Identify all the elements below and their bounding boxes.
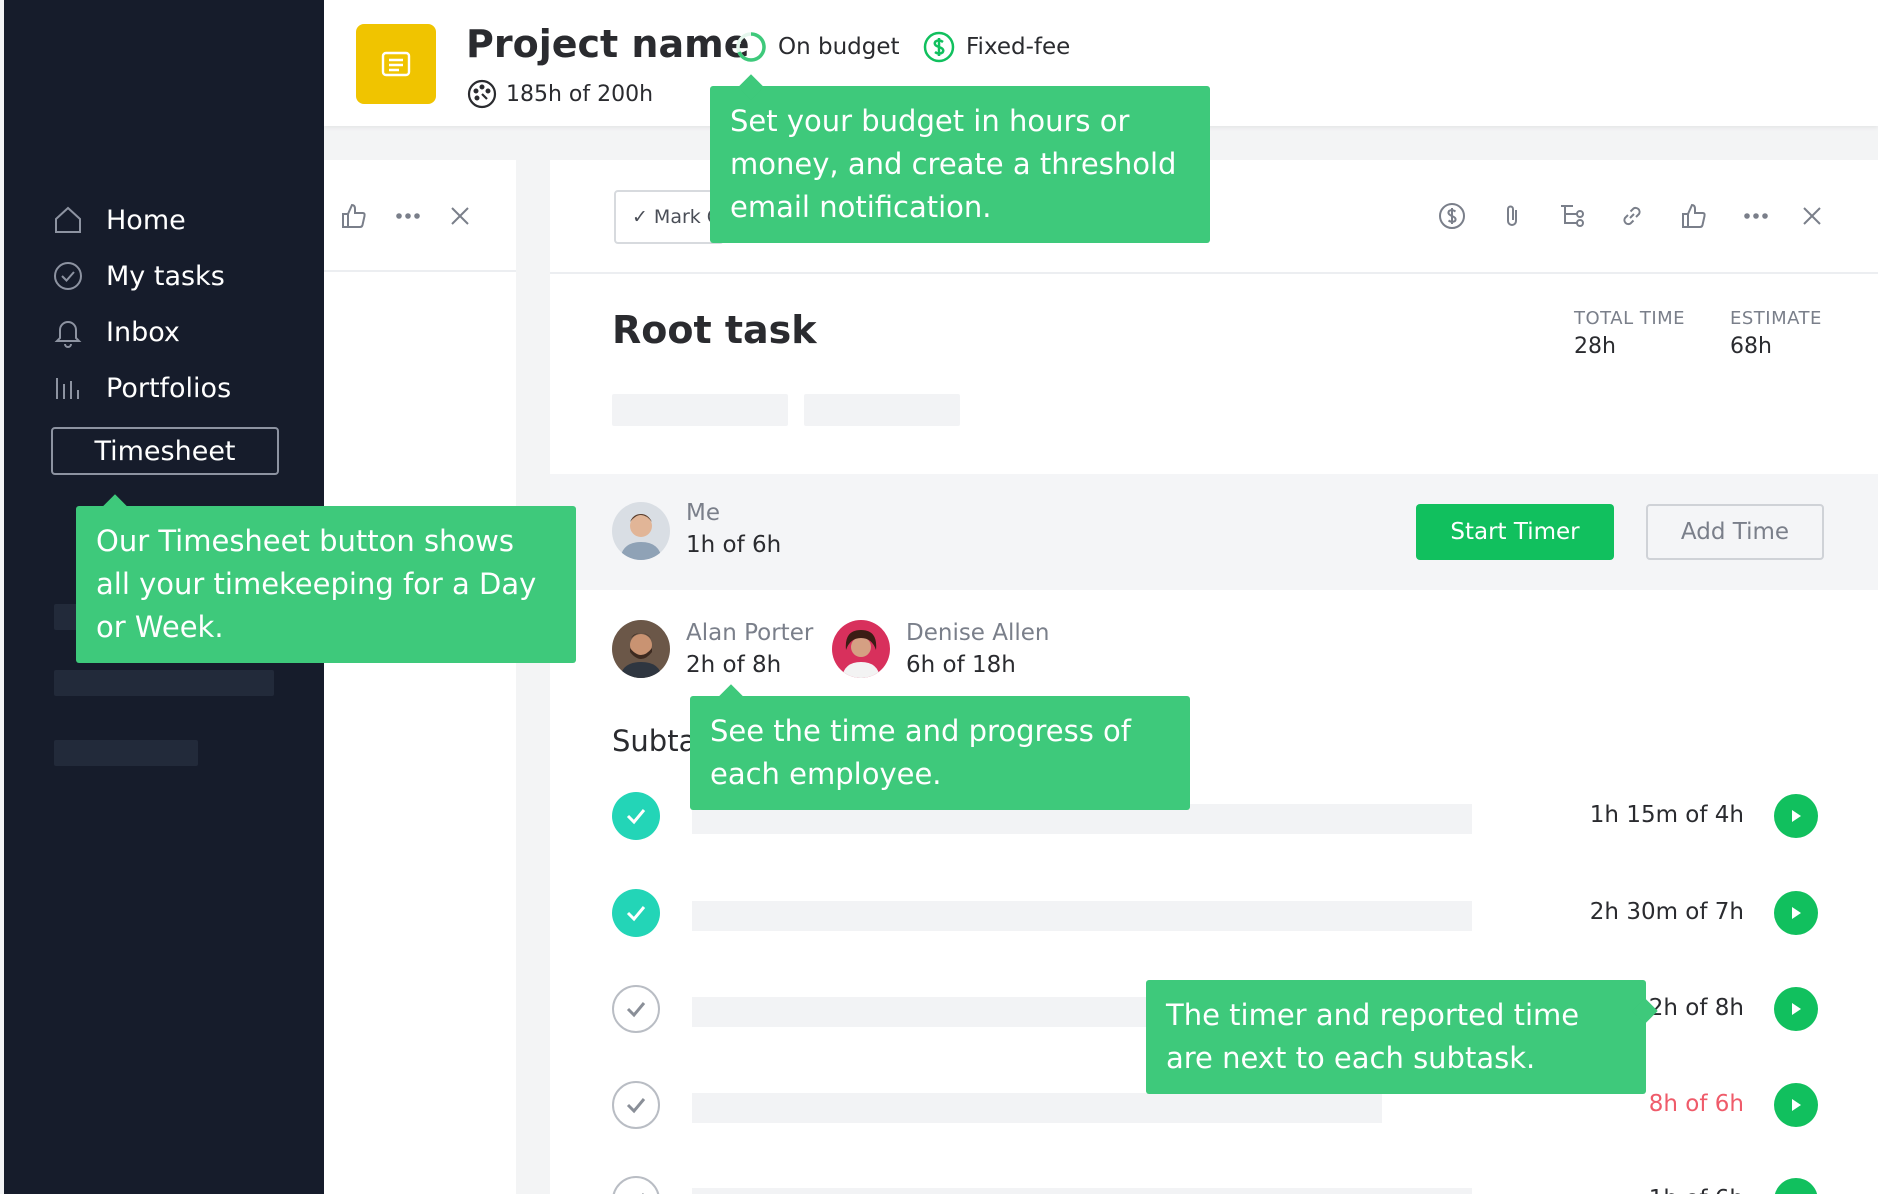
subtask-name-placeholder [692,901,1472,931]
status-on-budget[interactable]: On budget [734,30,900,64]
subtask-name-placeholder [692,1093,1382,1123]
timesheet-button[interactable]: Timesheet [51,427,279,475]
budget-tooltip-text: Set your budget in hours or money, and c… [730,104,1177,224]
timesheet-tooltip-text: Our Timesheet button shows all your time… [96,524,537,644]
check-circle-icon [50,258,86,294]
check-icon [626,809,646,825]
play-timer-button[interactable] [1774,987,1818,1031]
mark-complete-button[interactable]: ✓ Mark Complete [614,190,724,244]
subtask-checkbox[interactable] [612,889,660,937]
person-name: Me [686,500,720,526]
subtask-time: 2h 30m of 7h [1589,899,1744,925]
timer-tooltip-text: The timer and reported time are next to … [1166,998,1580,1075]
home-icon [50,202,86,238]
subtask-name-placeholder [692,997,1172,1027]
tag-placeholder [804,394,960,426]
person-time: 6h of 18h [906,652,1016,678]
link-icon[interactable] [1614,198,1650,234]
timesheet-tooltip: Our Timesheet button shows all your time… [76,494,576,663]
more-icon[interactable] [390,198,426,234]
check-icon: ✓ [632,206,648,228]
employee-tooltip-text: See the time and progress of each employ… [710,714,1131,791]
subtask-checkbox[interactable] [612,1081,660,1129]
play-icon [1792,810,1801,822]
play-icon [1792,907,1801,919]
subtask-time: 1h of 6h [1649,1186,1744,1194]
total-time-label: TOTAL TIME [1574,308,1686,329]
timer-tooltip: The timer and reported time are next to … [1146,980,1658,1094]
play-timer-button[interactable] [1774,1178,1818,1194]
play-timer-button[interactable] [1774,1083,1818,1127]
bell-icon [50,314,86,350]
sidebar-item-label: Inbox [106,316,180,348]
left-task-panel [324,160,516,1194]
estimate-label: ESTIMATE [1730,308,1822,329]
avatar-alan-porter [612,620,670,678]
close-icon[interactable] [1794,198,1830,234]
check-icon [626,906,646,922]
play-icon [1792,1003,1801,1015]
subtask-time: 1h 15m of 4h [1589,802,1744,828]
bar-chart-icon [50,370,86,406]
more-icon[interactable] [1738,198,1774,234]
sidebar-item-inbox[interactable]: Inbox [50,304,231,360]
dollar-circle-icon [923,31,955,63]
sidebar-item-my-tasks[interactable]: My tasks [50,248,231,304]
left-panel-toolbar [324,160,516,272]
budget-dial-icon [467,79,497,109]
check-icon [626,1002,646,1018]
play-icon [1792,1099,1801,1111]
person-time: 1h of 6h [686,532,782,558]
sidebar-nav: Home My tasks Inbox Portfolios [50,192,231,416]
avatar-me [612,502,670,560]
subtask-checkbox[interactable] [612,1176,660,1194]
estimate-value: 68h [1730,334,1772,359]
like-icon[interactable] [1676,198,1712,234]
sidebar-item-home[interactable]: Home [50,192,231,248]
dollar-icon[interactable] [1434,198,1470,234]
attachment-icon[interactable] [1494,198,1530,234]
project-title: Project name [466,22,750,66]
total-time-value: 28h [1574,334,1616,359]
budget-tooltip: Set your budget in hours or money, and c… [710,74,1210,243]
person-name: Denise Allen [906,620,1050,646]
status-fixed-fee-label: Fixed-fee [966,34,1071,60]
employee-tooltip: See the time and progress of each employ… [690,684,1190,810]
person-time: 2h of 8h [686,652,782,678]
add-time-button[interactable]: Add Time [1646,504,1824,560]
status-fixed-fee[interactable]: Fixed-fee [922,30,1070,64]
budget-progress-icon [736,32,766,62]
budget-hours-text: 185h of 200h [506,81,654,107]
task-title: Root task [612,308,817,352]
sidebar-item-label: My tasks [106,260,225,292]
person-name: Alan Porter [686,620,814,646]
start-timer-button[interactable]: Start Timer [1416,504,1614,560]
tag-placeholder [612,394,788,426]
sidebar-placeholder [54,670,274,696]
subtask-row[interactable]: 1h of 6h [550,1170,1878,1194]
subtask-name-placeholder [692,1188,1472,1194]
sidebar-item-label: Portfolios [106,372,232,404]
subtask-time: 8h of 6h [1648,1091,1744,1117]
subtask-checkbox[interactable] [612,792,660,840]
subtask-time: 2h of 8h [1648,995,1744,1021]
sidebar-item-label: Home [106,204,186,236]
like-icon[interactable] [336,198,372,234]
play-timer-button[interactable] [1774,794,1818,838]
subtask-row[interactable]: 2h 30m of 7h [550,883,1878,943]
project-budget-hours: 185h of 200h [466,78,653,110]
avatar-denise-allen [832,620,890,678]
check-icon [642,1193,644,1194]
subtask-icon[interactable] [1554,198,1590,234]
check-icon [626,1098,646,1114]
subtask-checkbox[interactable] [612,985,660,1033]
status-on-budget-label: On budget [778,34,900,60]
project-icon [356,24,436,104]
close-icon[interactable] [442,198,478,234]
sidebar-placeholder [54,740,198,766]
sidebar-item-portfolios[interactable]: Portfolios [50,360,231,416]
play-timer-button[interactable] [1774,891,1818,935]
